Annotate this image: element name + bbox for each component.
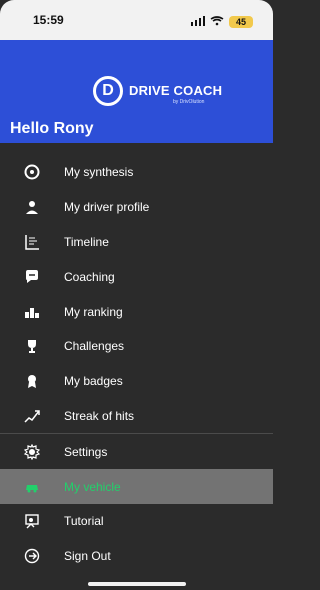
menu-label: My badges <box>64 374 123 389</box>
menu-item-my-ranking[interactable]: My ranking <box>0 294 273 329</box>
menu-item-tutorial[interactable]: Tutorial <box>0 504 273 539</box>
menu-item-challenges[interactable]: Challenges <box>0 329 273 364</box>
status-time: 15:59 <box>33 13 64 27</box>
menu-item-my-vehicle[interactable]: My vehicle <box>0 469 273 504</box>
status-bar: 15:59 45 <box>0 0 273 40</box>
brand-subtitle: by DrivOlution <box>173 99 205 105</box>
home-indicator <box>88 582 186 586</box>
menu-item-my-synthesis[interactable]: My synthesis <box>0 155 273 190</box>
streak-icon <box>20 404 44 428</box>
menu-label: My ranking <box>64 304 123 319</box>
steering-wheel-icon <box>20 160 44 184</box>
menu-item-my-badges[interactable]: My badges <box>0 364 273 399</box>
status-icons: 45 <box>191 13 253 31</box>
tutorial-icon <box>20 509 44 533</box>
timeline-icon <box>20 230 44 254</box>
menu-item-coaching[interactable]: Coaching <box>0 259 273 294</box>
menu-item-streak-of-hits[interactable]: Streak of hits <box>0 399 273 434</box>
greeting: Hello Rony <box>10 120 94 137</box>
menu-label: Settings <box>64 444 108 459</box>
brand-name: DRIVE COACH <box>129 83 223 98</box>
menu-label: My vehicle <box>64 479 121 494</box>
menu-label: Streak of hits <box>64 408 135 423</box>
logo-circle: D <box>93 76 123 106</box>
wifi-icon <box>210 13 224 31</box>
menu-label: Sign Out <box>64 549 111 564</box>
menu-item-my-driver-profile[interactable]: My driver profile <box>0 190 273 225</box>
badge-icon <box>20 369 44 393</box>
menu-item-settings[interactable]: Settings <box>0 434 273 469</box>
menu-label: Timeline <box>64 234 109 249</box>
car-icon <box>20 475 44 499</box>
sign-out-icon <box>20 544 44 568</box>
menu-label: My driver profile <box>64 200 150 215</box>
menu-item-sign-out[interactable]: Sign Out <box>0 539 273 574</box>
side-menu: My synthesis My driver profile Timeline … <box>0 155 273 574</box>
menu-label: Coaching <box>64 269 115 284</box>
person-icon <box>20 195 44 219</box>
battery-indicator: 45 <box>229 16 253 28</box>
menu-label: Tutorial <box>64 514 104 529</box>
drive-coach-logo: D DRIVE COACH by DrivOlution <box>73 74 243 114</box>
signal-icon <box>191 13 205 31</box>
menu-label: My synthesis <box>64 165 134 180</box>
menu-label: Challenges <box>64 339 125 354</box>
gear-icon <box>20 440 44 464</box>
trophy-icon <box>20 334 44 358</box>
chat-bubble-icon <box>20 265 44 289</box>
menu-item-timeline[interactable]: Timeline <box>0 225 273 260</box>
podium-icon <box>20 300 44 324</box>
app-screen: 15:59 45 D DRIVE COACH by DrivOlution He… <box>0 0 273 590</box>
